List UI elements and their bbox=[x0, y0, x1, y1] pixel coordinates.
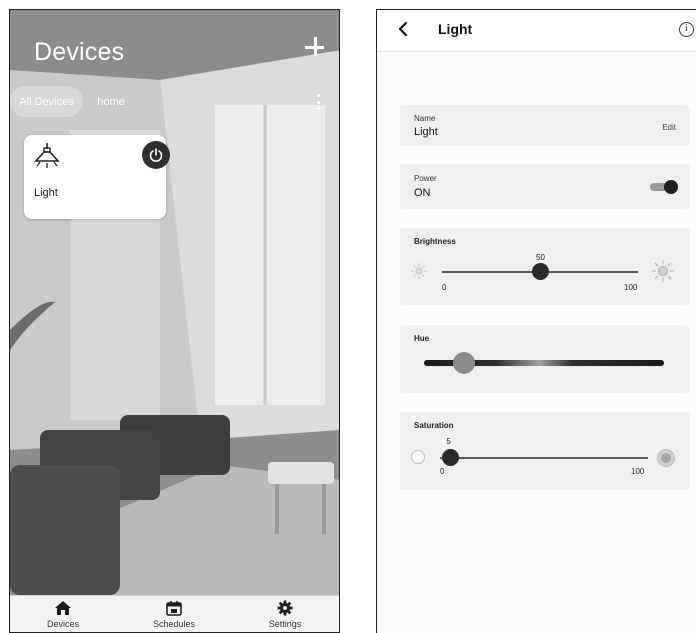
device-name: Light bbox=[34, 187, 58, 199]
power-icon bbox=[149, 148, 163, 162]
brightness-panel: Brightness 50 0 100 bbox=[400, 228, 690, 305]
brightness-min: 0 bbox=[442, 283, 447, 292]
saturation-max: 100 bbox=[631, 467, 645, 476]
add-device-button[interactable] bbox=[302, 34, 328, 60]
nav-devices[interactable]: Devices bbox=[28, 600, 98, 629]
calendar-icon bbox=[166, 601, 182, 616]
gear-icon bbox=[277, 600, 293, 616]
saturation-min: 0 bbox=[440, 467, 445, 476]
light-detail-screen: Light i Name Light Edit Power ON Brightn… bbox=[376, 9, 696, 633]
ceiling-lamp-icon bbox=[34, 143, 60, 168]
power-panel: Power ON bbox=[400, 164, 690, 209]
settings-body: Name Light Edit Power ON Brightness 50 0… bbox=[377, 52, 696, 633]
power-label: Power bbox=[414, 174, 437, 183]
nav-label-schedules: Schedules bbox=[152, 619, 196, 629]
name-value: Light bbox=[414, 126, 438, 138]
edit-name-button[interactable]: Edit bbox=[662, 123, 676, 132]
info-icon[interactable]: i bbox=[679, 22, 694, 37]
brightness-slider-thumb[interactable] bbox=[531, 263, 549, 280]
low-saturation-icon bbox=[411, 450, 425, 464]
saturation-track bbox=[440, 457, 648, 459]
hue-panel: Hue bbox=[400, 325, 690, 393]
devices-screen: Devices All Devices home Light Devices S… bbox=[9, 9, 340, 633]
nav-schedules[interactable]: Schedules bbox=[139, 600, 209, 629]
filter-chip-all-devices[interactable]: All Devices bbox=[10, 86, 83, 117]
brightness-max: 100 bbox=[624, 283, 638, 292]
top-bar: Light i bbox=[377, 10, 696, 52]
brightness-label: Brightness bbox=[414, 237, 456, 246]
hue-label: Hue bbox=[414, 334, 430, 343]
power-button[interactable] bbox=[142, 141, 170, 169]
brightness-current-value: 50 bbox=[536, 253, 545, 262]
dim-sun-icon bbox=[411, 263, 427, 279]
name-panel: Name Light Edit bbox=[400, 105, 690, 146]
hue-slider-thumb[interactable] bbox=[453, 352, 475, 374]
nav-label-devices: Devices bbox=[46, 619, 79, 629]
name-label: Name bbox=[414, 114, 436, 123]
saturation-panel: Saturation 5 0 100 bbox=[400, 412, 690, 490]
device-card[interactable]: Light bbox=[24, 135, 170, 219]
saturation-current-value: 5 bbox=[446, 437, 451, 446]
saturation-label: Saturation bbox=[414, 421, 454, 430]
power-toggle[interactable] bbox=[650, 180, 678, 194]
bright-sun-icon bbox=[652, 260, 674, 282]
nav-settings[interactable]: Settings bbox=[250, 600, 320, 629]
page-title: Light bbox=[438, 21, 473, 37]
page-title: Devices bbox=[34, 38, 125, 66]
back-icon[interactable] bbox=[396, 21, 410, 37]
nav-label-settings: Settings bbox=[268, 619, 302, 629]
bottom-nav: Devices Schedules Settings bbox=[10, 595, 339, 632]
filter-chip-home[interactable]: home bbox=[90, 86, 132, 117]
power-value: ON bbox=[414, 187, 431, 199]
saturation-slider-thumb[interactable] bbox=[441, 449, 459, 466]
more-options-icon[interactable] bbox=[314, 92, 322, 112]
home-icon bbox=[55, 601, 71, 615]
toggle-knob bbox=[664, 180, 678, 194]
high-saturation-icon bbox=[657, 449, 675, 467]
